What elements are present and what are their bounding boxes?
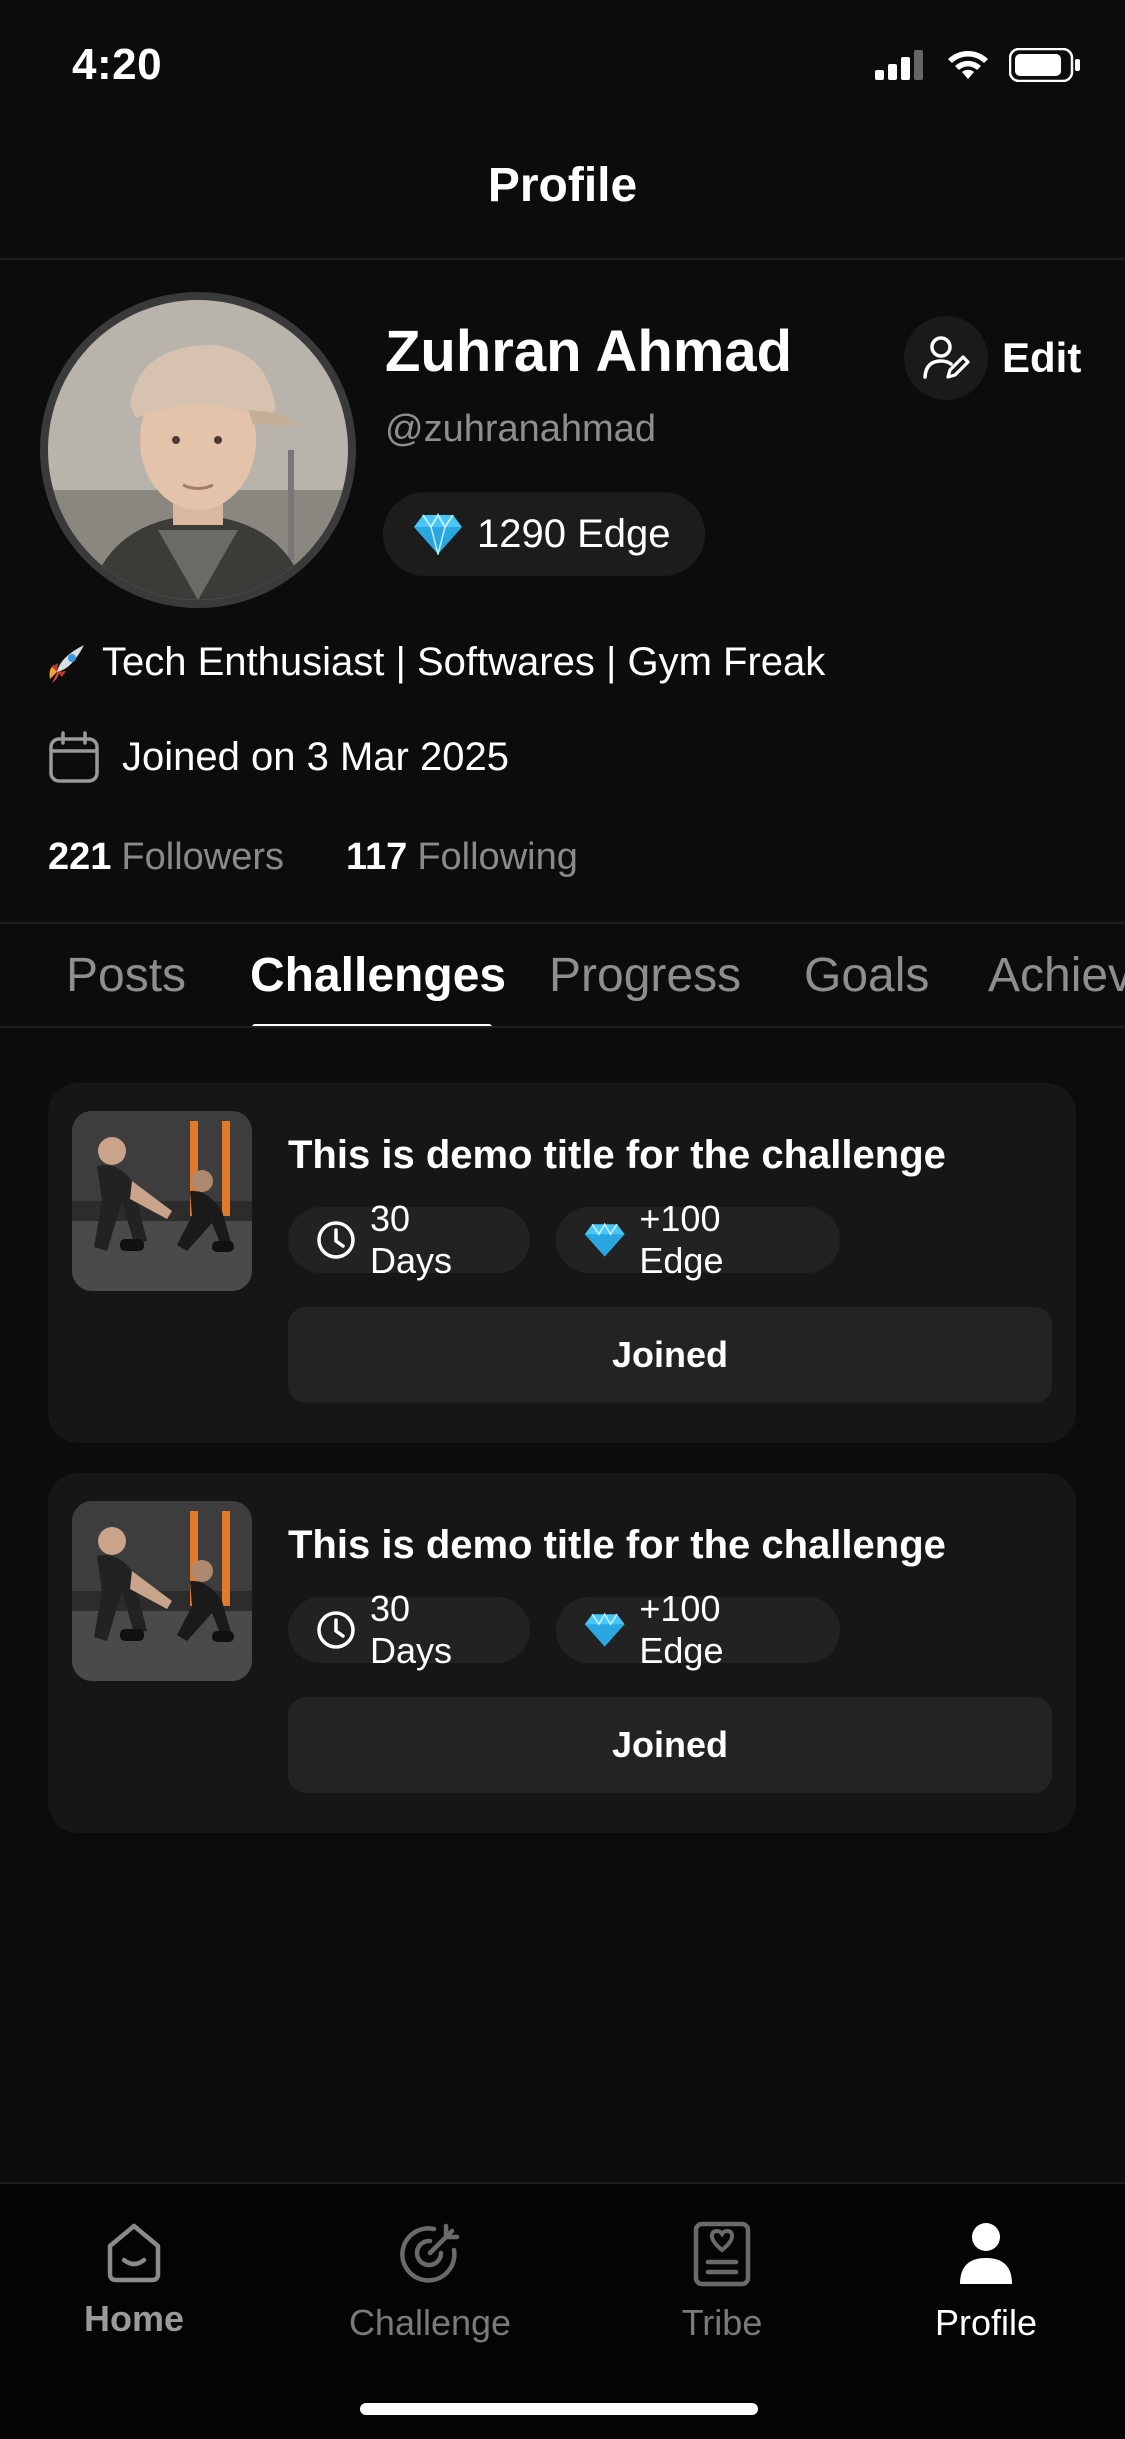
battery-icon — [1009, 48, 1080, 82]
diamond-icon — [414, 513, 462, 555]
challenge-photo — [72, 1111, 252, 1291]
tab-challenges[interactable]: Challenges — [250, 948, 506, 1003]
page-title: Profile — [487, 159, 638, 212]
tab-achievements[interactable]: Achiev — [988, 948, 1125, 1003]
challenge-thumbnail — [72, 1111, 252, 1291]
following-count: 117 — [346, 836, 408, 878]
reward-chip: +100 Edge — [556, 1588, 840, 1671]
joined-button[interactable]: Joined — [288, 1697, 1052, 1793]
app-header: Profile — [0, 130, 1125, 260]
profile-handle: @zuhranahmad — [385, 408, 656, 450]
joined-button[interactable]: Joined — [288, 1307, 1052, 1403]
rocket-icon — [49, 644, 84, 683]
duration-chip: 30 Days — [288, 1198, 530, 1281]
diamond-icon — [584, 1222, 625, 1257]
challenge-photo — [72, 1501, 252, 1681]
tab-posts[interactable]: Posts — [66, 948, 186, 1003]
joined-date: Joined on 3 Mar 2025 — [48, 730, 509, 784]
tab-goals[interactable]: Goals — [804, 948, 929, 1003]
nav-tribe-label: Tribe — [681, 2302, 763, 2343]
nav-tribe[interactable]: Tribe — [602, 2220, 842, 2344]
followers-label: Followers — [121, 836, 285, 878]
signal-icon — [875, 50, 923, 80]
edge-points-badge[interactable]: 1290 Edge — [383, 492, 705, 576]
clock-icon — [317, 1611, 355, 1649]
active-tab-indicator — [252, 1024, 492, 1026]
wifi-icon — [948, 51, 988, 79]
diamond-icon — [584, 1612, 625, 1647]
avatar[interactable] — [48, 300, 348, 600]
challenge-title: This is demo title for the challenge — [288, 1133, 946, 1177]
profile-bio: Tech Enthusiast | Softwares | Gym Freak — [44, 640, 825, 685]
calendar-icon — [49, 731, 99, 783]
tribe-icon — [693, 2221, 751, 2287]
duration-chip: 30 Days — [288, 1588, 530, 1671]
follow-counts: 221 Followers 117 Following — [48, 836, 578, 879]
reward-text: +100 Edge — [639, 1588, 724, 1671]
reward-chip: +100 Edge — [556, 1198, 840, 1281]
tab-progress[interactable]: Progress — [549, 948, 741, 1003]
avatar-photo — [48, 300, 348, 600]
joined-text: Joined on 3 Mar 2025 — [122, 734, 509, 779]
followers-stat[interactable]: 221 Followers — [48, 836, 284, 879]
edit-label: Edit — [1002, 334, 1082, 381]
bio-text: Tech Enthusiast | Softwares | Gym Freak — [102, 640, 826, 684]
nav-profile-label: Profile — [934, 2302, 1038, 2343]
nav-profile[interactable]: Profile — [866, 2220, 1106, 2344]
nav-home[interactable]: Home — [14, 2220, 254, 2340]
edge-points-value: 1290 Edge — [477, 511, 671, 556]
reward-text: +100 Edge — [639, 1198, 724, 1281]
followers-count: 221 — [48, 836, 112, 878]
status-icons — [875, 48, 1081, 82]
following-stat[interactable]: 117 Following — [346, 836, 578, 879]
home-icon — [107, 2223, 161, 2283]
bottom-nav: Home Challenge Tribe Profile — [0, 2182, 1125, 2439]
profile-name: Zuhran Ahmad — [385, 319, 793, 384]
edit-icon-container — [904, 316, 988, 400]
avatar-frame — [40, 292, 356, 608]
user-icon — [960, 2223, 1012, 2284]
challenge-title: This is demo title for the challenge — [288, 1523, 946, 1567]
following-label: Following — [417, 836, 578, 878]
clock-icon — [317, 1221, 355, 1259]
nav-challenge[interactable]: Challenge — [310, 2220, 550, 2344]
status-bar: 4:20 — [0, 0, 1125, 130]
profile-tabs: Posts Challenges Progress Goals Achiev — [0, 922, 1125, 1028]
edit-profile-button[interactable]: Edit — [904, 316, 1081, 400]
profile-screen: 4:20 Profile Zuhran Ahmad @zuhranahmad 1… — [0, 0, 1125, 2439]
challenge-card[interactable]: This is demo title for the challenge 30 … — [48, 1083, 1076, 1443]
challenge-thumbnail — [72, 1501, 252, 1681]
nav-home-label: Home — [83, 2298, 185, 2339]
user-edit-icon — [923, 336, 970, 379]
duration-text: 30 Days — [369, 1588, 453, 1671]
nav-challenge-label: Challenge — [348, 2302, 512, 2343]
challenge-card[interactable]: This is demo title for the challenge 30 … — [48, 1473, 1076, 1833]
home-indicator — [360, 2403, 758, 2415]
status-time: 4:20 — [72, 40, 163, 89]
duration-text: 30 Days — [369, 1198, 453, 1281]
target-icon — [400, 2223, 460, 2283]
